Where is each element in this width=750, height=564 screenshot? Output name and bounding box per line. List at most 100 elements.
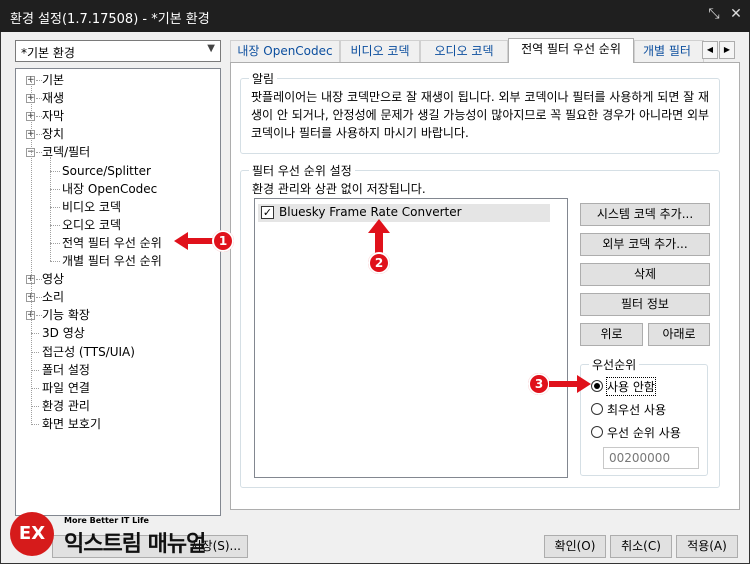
- move-up-button[interactable]: 위로: [580, 323, 643, 346]
- tree-guide: [50, 157, 51, 261]
- tab-global-filter-priority[interactable]: 전역 필터 우선 순위: [508, 38, 634, 63]
- tree-item[interactable]: 개별 필터 우선 순위: [16, 252, 216, 270]
- tree-guide: [31, 81, 32, 425]
- window-title: 환경 설정(1.7.17508) - *기본 환경: [10, 12, 210, 27]
- tree-item-label: 내장 OpenCodec: [62, 181, 158, 196]
- add-system-codec-button[interactable]: 시스템 코덱 추가...: [580, 203, 710, 226]
- cancel-button[interactable]: 취소(C): [610, 535, 672, 558]
- tree-item-label: Source/Splitter: [62, 163, 151, 178]
- tree-item-label: 기능 확장: [42, 308, 90, 323]
- tree-connector: [50, 170, 60, 172]
- radio-top-priority-label: 최우선 사용: [607, 403, 667, 417]
- pin-icon[interactable]: ⤡: [704, 6, 724, 22]
- tree-item-label: 화면 보호기: [42, 416, 102, 431]
- annotation-badge-3: 3: [528, 373, 550, 395]
- logo-tagline: More Better IT Life: [64, 516, 149, 525]
- tree-connector: [31, 423, 39, 425]
- tree-item[interactable]: 비디오 코덱: [16, 198, 216, 216]
- tree-connector: [31, 333, 39, 335]
- notice-legend: 알림: [249, 70, 278, 87]
- tab-scroll-right-icon[interactable]: ▶: [719, 41, 735, 59]
- tree-connector: [50, 188, 60, 190]
- tree-item[interactable]: + 기능 확장: [16, 306, 216, 324]
- apply-button[interactable]: 적용(A): [676, 535, 738, 558]
- tree-item-label: 재생: [42, 91, 65, 106]
- filter-name: Bluesky Frame Rate Converter: [279, 205, 462, 219]
- tree-item[interactable]: + 장치: [16, 125, 216, 143]
- annotation-arrow-3: [549, 375, 591, 393]
- tree-item[interactable]: + 소리: [16, 288, 216, 306]
- ok-button[interactable]: 확인(O): [544, 535, 606, 558]
- tab-audio-codec[interactable]: 오디오 코덱: [420, 40, 508, 62]
- notice-text: 팟플레이어는 내장 코덱만으로 잘 재생이 됩니다. 외부 코덱이나 필터를 사…: [251, 90, 710, 140]
- tree-item[interactable]: Source/Splitter: [16, 162, 216, 180]
- tree-connector: [50, 206, 60, 208]
- tab-individual-filter[interactable]: 개별 필터: [634, 40, 704, 62]
- chevron-down-icon: ▼: [207, 43, 215, 54]
- radio-dot: [591, 380, 603, 392]
- tree-item[interactable]: 파일 연결: [16, 379, 216, 397]
- tab-opencodec[interactable]: 내장 OpenCodec: [230, 40, 340, 62]
- radio-none-label: 사용 안함: [606, 377, 656, 396]
- priority-group: 우선순위 사용 안함 최우선 사용 우선 순위 사용 00200000: [580, 356, 711, 476]
- radio-use-priority[interactable]: 우선 순위 사용: [591, 423, 711, 441]
- tree-item-label: 전역 필터 우선 순위: [62, 235, 162, 250]
- radio-top-priority[interactable]: 최우선 사용: [591, 400, 711, 418]
- tree-item[interactable]: 3D 영상: [16, 324, 216, 342]
- tree-item-label: 폴더 설정: [42, 362, 90, 377]
- logo-name: 익스트림 매뉴얼: [64, 532, 206, 557]
- tree-connector: [31, 369, 39, 371]
- tree-item[interactable]: 환경 관리: [16, 397, 216, 415]
- tree-item-label: 비디오 코덱: [62, 199, 122, 214]
- filter-priority-legend: 필터 우선 순위 설정: [249, 162, 355, 179]
- tree-item[interactable]: 내장 OpenCodec: [16, 180, 216, 198]
- tree-item[interactable]: + 영상: [16, 270, 216, 288]
- preset-combo[interactable]: *기본 환경 ▼: [15, 40, 221, 62]
- list-item[interactable]: ✓ Bluesky Frame Rate Converter: [258, 204, 550, 222]
- tree-item[interactable]: 화면 보호기: [16, 415, 216, 433]
- tree-connector: [50, 224, 60, 226]
- priority-value-field[interactable]: 00200000: [603, 447, 699, 469]
- tree-item[interactable]: + 자막: [16, 107, 216, 125]
- watermark-logo: EX More Better IT Life 익스트림 매뉴얼: [10, 510, 260, 558]
- logo-mark: EX: [10, 512, 54, 556]
- tree-item[interactable]: 폴더 설정: [16, 361, 216, 379]
- tree-connector: [31, 405, 39, 407]
- tree-item-label: 3D 영상: [42, 326, 85, 341]
- filter-info-button[interactable]: 필터 정보: [580, 293, 710, 316]
- tree-item-label: 장치: [42, 127, 65, 142]
- tree-item[interactable]: − 코덱/필터: [16, 143, 216, 161]
- settings-tree[interactable]: + 기본 + 재생 + 자막 + 장치 − 코덱/필터 Source/Splitter 내장 Open…: [15, 68, 221, 516]
- tree-item-label: 자막: [42, 109, 65, 124]
- annotation-arrow-2: [368, 219, 390, 253]
- radio-dot: [591, 426, 603, 438]
- annotation-badge-1: 1: [212, 230, 234, 252]
- close-icon[interactable]: ✕: [726, 6, 746, 22]
- filter-list[interactable]: ✓ Bluesky Frame Rate Converter: [254, 198, 568, 478]
- tree-item-label: 파일 연결: [42, 380, 90, 395]
- tree-connector: [50, 242, 60, 244]
- tree-item[interactable]: 접근성 (TTS/UIA): [16, 343, 216, 361]
- tab-scroll-left-icon[interactable]: ◀: [702, 41, 718, 59]
- tree-item-label: 기본: [42, 73, 65, 87]
- tree-item-label: 환경 관리: [42, 398, 90, 413]
- tree-connector: [50, 261, 60, 262]
- tab-strip: 내장 OpenCodec 비디오 코덱 오디오 코덱 전역 필터 우선 순위 개…: [230, 38, 740, 63]
- filter-priority-description: 환경 관리와 상관 없이 저장됩니다.: [252, 182, 426, 196]
- add-external-codec-button[interactable]: 외부 코덱 추가...: [580, 233, 710, 256]
- radio-none[interactable]: 사용 안함: [591, 377, 711, 396]
- preset-combo-value: *기본 환경: [21, 46, 75, 60]
- radio-use-priority-label: 우선 순위 사용: [607, 426, 681, 440]
- move-down-button[interactable]: 아래로: [648, 323, 710, 346]
- tree-item-label: 소리: [42, 290, 65, 305]
- title-bar: 환경 설정(1.7.17508) - *기본 환경 ⤡ ✕: [0, 0, 750, 32]
- tree-item[interactable]: + 기본: [16, 71, 216, 89]
- tree-item[interactable]: + 재생: [16, 89, 216, 107]
- tree-item-label: 영상: [42, 272, 65, 287]
- tab-video-codec[interactable]: 비디오 코덱: [340, 40, 420, 62]
- tree-connector: [31, 387, 39, 389]
- filter-checkbox[interactable]: ✓: [261, 206, 274, 219]
- delete-button[interactable]: 삭제: [580, 263, 710, 286]
- tree-item-label: 접근성 (TTS/UIA): [42, 344, 135, 359]
- tree-item-label: 개별 필터 우선 순위: [62, 254, 162, 268]
